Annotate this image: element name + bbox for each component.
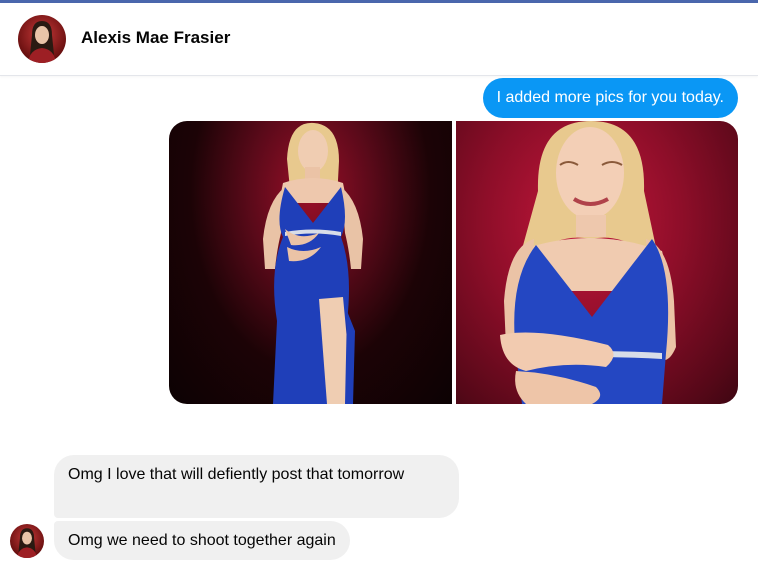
- contact-name[interactable]: Alexis Mae Frasier: [81, 28, 230, 48]
- conversation-header: Alexis Mae Frasier: [0, 3, 758, 76]
- outgoing-message[interactable]: I added more pics for you today.: [482, 78, 738, 118]
- incoming-message[interactable]: Omg I love that will defiently post that…: [54, 455, 459, 518]
- incoming-message[interactable]: Omg we need to shoot together again: [54, 521, 350, 560]
- photo-right-image: [500, 121, 676, 404]
- photo-attachment-close-up[interactable]: [456, 121, 738, 404]
- sender-avatar-image: [17, 528, 37, 558]
- photo-left-image: [263, 122, 363, 404]
- contact-avatar[interactable]: [18, 15, 66, 63]
- contact-avatar-image: [28, 21, 56, 63]
- sender-avatar[interactable]: [10, 524, 44, 558]
- photo-attachment-full-length[interactable]: [169, 121, 452, 404]
